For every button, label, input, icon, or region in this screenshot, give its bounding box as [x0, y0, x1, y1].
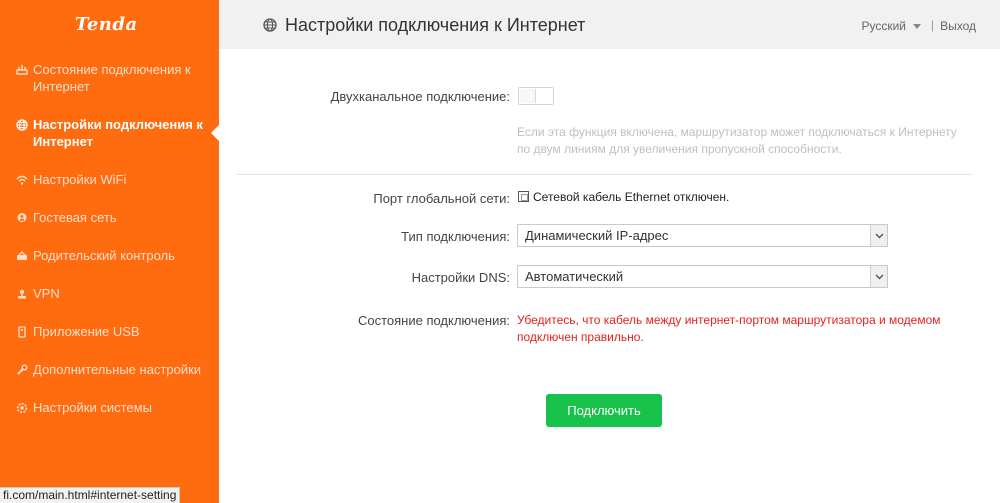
wan-port-label: Порт глобальной сети: [373, 191, 510, 206]
usb-icon [16, 326, 28, 338]
sidebar-nav: Состояние подключения к Интернет Настрой… [0, 58, 220, 416]
sidebar-item-label: Гостевая сеть [33, 210, 117, 225]
sidebar-item-usb[interactable]: Приложение USB [0, 323, 219, 340]
dns-settings-value: Автоматический [525, 269, 624, 284]
sidebar-item-label: VPN [33, 286, 60, 301]
connection-type-select[interactable]: Динамический IP-адрес [517, 224, 888, 247]
chevron-down-icon[interactable] [913, 24, 921, 29]
wan-status-icon [518, 191, 529, 202]
browser-status-url: fi.com/main.html#internet-setting [0, 487, 181, 503]
dual-connection-label: Двухканальное подключение: [330, 89, 510, 104]
sidebar-item-parental-control[interactable]: Родительский контроль [0, 247, 219, 264]
sidebar-item-wifi[interactable]: Настройки WiFi [0, 171, 219, 188]
toggle-knob [520, 89, 536, 103]
connection-status-message: Убедитесь, что кабель между интернет-пор… [517, 313, 941, 344]
header: Настройки подключения к Интернет Русский… [219, 0, 1000, 49]
dual-connection-toggle[interactable] [518, 87, 554, 105]
sidebar-item-vpn[interactable]: VPN [0, 285, 219, 302]
wrench-icon [16, 364, 28, 376]
globe-icon [263, 18, 277, 32]
globe-icon [16, 119, 28, 131]
chevron-down-icon[interactable] [870, 225, 887, 246]
sidebar-item-label: Настройки WiFi [33, 172, 127, 187]
dual-connection-hint: Если эта функция включена, маршрутизатор… [517, 125, 957, 156]
guest-icon [16, 212, 28, 224]
sidebar-item-connection-status[interactable]: Состояние подключения к Интернет [0, 61, 219, 95]
sidebar-item-label: Дополнительные настройки [33, 362, 202, 377]
sidebar-item-system-settings[interactable]: Настройки системы [0, 399, 219, 416]
vpn-icon [16, 288, 28, 300]
connection-status-label: Состояние подключения: [357, 313, 510, 328]
logout-link[interactable]: Выход [940, 19, 976, 33]
wifi-icon [16, 174, 28, 186]
sidebar-item-label: Настройки подключения к Интернет [33, 117, 203, 149]
header-separator: | [930, 18, 934, 32]
sidebar-item-advanced-settings[interactable]: Дополнительные настройки [0, 361, 219, 378]
dns-settings-label: Настройки DNS: [411, 270, 510, 285]
language-select[interactable]: Русский [861, 19, 906, 33]
page-title: Настройки подключения к Интернет [285, 15, 586, 35]
sidebar-item-internet-settings[interactable]: Настройки подключения к Интернет [0, 116, 220, 150]
sidebar-item-label: Приложение USB [33, 324, 140, 339]
tenda-logo: Tenda [75, 14, 138, 35]
chevron-down-icon[interactable] [870, 266, 887, 287]
sidebar-item-label: Настройки системы [33, 400, 152, 415]
sidebar-item-guest-network[interactable]: Гостевая сеть [0, 209, 219, 226]
wan-port-status: Сетевой кабель Ethernet отключен. [533, 190, 730, 204]
gear-icon [16, 402, 28, 414]
sidebar-item-label: Родительский контроль [33, 248, 175, 263]
status-icon [16, 64, 28, 76]
sidebar: Tenda Состояние подключения к Интернет Н… [0, 0, 220, 503]
parental-icon [16, 250, 28, 262]
connect-button[interactable]: Подключить [546, 394, 662, 427]
sidebar-item-label: Состояние подключения к Интернет [33, 62, 191, 94]
section-divider [236, 174, 973, 175]
connection-type-label: Тип подключения: [401, 229, 510, 244]
dns-settings-select[interactable]: Автоматический [517, 265, 888, 288]
connection-type-value: Динамический IP-адрес [525, 228, 669, 243]
